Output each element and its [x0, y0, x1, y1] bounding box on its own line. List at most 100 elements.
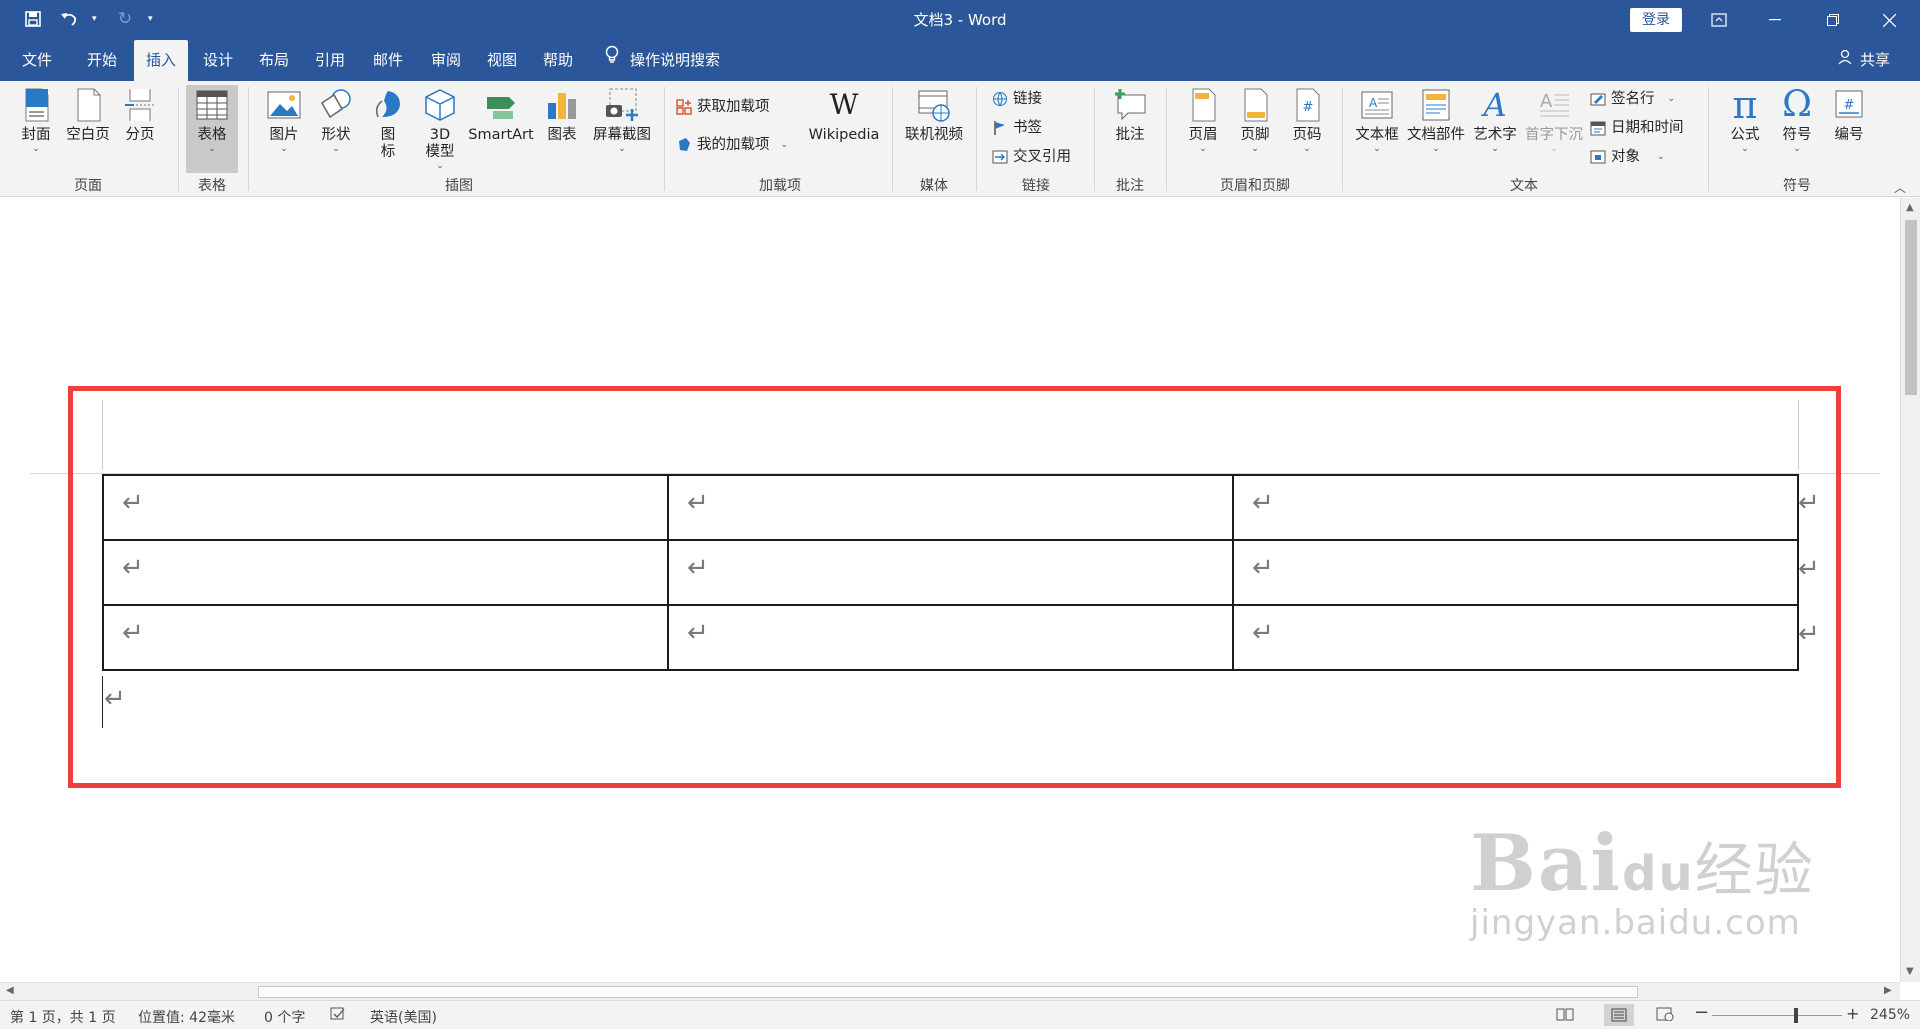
- quick-parts-button[interactable]: 文档部件 ⌄: [1406, 87, 1466, 155]
- text-box-button[interactable]: A 文本框 ⌄: [1352, 87, 1402, 155]
- footer-label: 页脚: [1240, 127, 1270, 143]
- footer-button[interactable]: 页脚 ⌄: [1232, 87, 1278, 155]
- vertical-scroll-thumb[interactable]: [1905, 220, 1917, 395]
- tab-view[interactable]: 视图: [474, 40, 530, 81]
- wordart-button[interactable]: A 艺术字 ⌄: [1470, 87, 1520, 155]
- chevron-down-icon: ⌄: [32, 144, 40, 154]
- tab-references[interactable]: 引用: [302, 40, 358, 81]
- object-icon: [1590, 149, 1606, 165]
- table-button[interactable]: 表格 ⌄: [186, 85, 238, 173]
- zoom-level[interactable]: 245%: [1870, 1007, 1910, 1023]
- scroll-right-icon[interactable]: ▶: [1884, 985, 1892, 996]
- pictures-label: 图片: [269, 127, 299, 143]
- status-bar: 第 1 页，共 1 页 位置值: 42毫米 0 个字 英语(美国) − + 24…: [0, 1000, 1920, 1029]
- lightbulb-icon: [604, 40, 620, 81]
- get-addins-button[interactable]: 获取加载项: [676, 95, 770, 119]
- page-break-icon: [122, 87, 158, 123]
- number-label: 编号: [1834, 127, 1864, 143]
- horizontal-scrollbar[interactable]: ◀ ▶: [0, 982, 1900, 1000]
- wikipedia-button[interactable]: W Wikipedia: [804, 87, 884, 144]
- 3d-models-button[interactable]: 3D 模型 ⌄: [418, 87, 462, 172]
- table-label: 表格: [197, 127, 227, 143]
- ribbon-display-options-icon[interactable]: [1696, 0, 1742, 40]
- undo-icon[interactable]: [56, 6, 82, 32]
- pictures-button[interactable]: 图片 ⌄: [262, 87, 306, 155]
- number-button[interactable]: # 编号: [1826, 87, 1872, 144]
- tab-insert[interactable]: 插入: [134, 40, 188, 81]
- online-video-icon: [916, 87, 952, 123]
- smartart-icon: [483, 87, 519, 123]
- zoom-slider[interactable]: [1712, 1015, 1842, 1016]
- my-addins-button[interactable]: 我的加载项 ⌄: [676, 133, 788, 157]
- language[interactable]: 英语(美国): [370, 1007, 437, 1027]
- horizontal-scroll-thumb[interactable]: [258, 986, 1638, 998]
- read-mode-icon[interactable]: [1556, 1007, 1574, 1025]
- smartart-button[interactable]: SmartArt: [466, 87, 536, 144]
- web-layout-icon[interactable]: [1656, 1007, 1674, 1025]
- title-bar: ▾ ↻ ▾ 文档3 - Word 登录: [0, 0, 1920, 40]
- quick-parts-icon: [1418, 87, 1454, 123]
- print-layout-icon[interactable]: [1604, 1004, 1634, 1026]
- tab-help[interactable]: 帮助: [530, 40, 586, 81]
- cross-reference-button[interactable]: 交叉引用: [992, 145, 1071, 169]
- screenshot-icon: [604, 87, 640, 123]
- tab-mailings[interactable]: 邮件: [360, 40, 416, 81]
- close-icon[interactable]: [1866, 0, 1912, 40]
- date-time-button[interactable]: 日期和时间: [1590, 116, 1684, 140]
- undo-dropdown-icon[interactable]: ▾: [92, 14, 102, 24]
- number-icon: #: [1831, 87, 1867, 123]
- 3d-models-label-line2: 模型: [425, 144, 455, 160]
- get-addins-label: 获取加载项: [697, 99, 770, 115]
- collapse-ribbon-icon[interactable]: ︿: [1894, 179, 1906, 196]
- customize-qat-icon[interactable]: ▾: [148, 14, 158, 24]
- page-break-button[interactable]: 分页: [118, 87, 162, 144]
- login-button[interactable]: 登录: [1630, 8, 1682, 32]
- word-count[interactable]: 0 个字: [264, 1007, 305, 1027]
- save-icon[interactable]: [20, 6, 46, 32]
- blank-page-button[interactable]: 空白页: [62, 87, 114, 144]
- shapes-label: 形状: [321, 127, 351, 143]
- shapes-button[interactable]: 形状 ⌄: [314, 87, 358, 155]
- signature-line-button[interactable]: 签名行 ⌄: [1590, 87, 1675, 111]
- tab-review[interactable]: 审阅: [418, 40, 474, 81]
- header-button[interactable]: 页眉 ⌄: [1180, 87, 1226, 155]
- object-button[interactable]: 对象 ⌄: [1590, 145, 1665, 169]
- chevron-down-icon: ⌄: [332, 144, 340, 154]
- tab-home[interactable]: 开始: [74, 40, 130, 81]
- symbol-button[interactable]: Ω 符号 ⌄: [1774, 87, 1820, 155]
- link-button[interactable]: 链接: [992, 87, 1042, 111]
- document-canvas[interactable]: ↵ ↵ ↵ ↵ ↵ ↵ ↵ ↵ ↵ ↵ ↵ ↵ ↵ Baidu经验 jingyan.baidu.…: [0, 198, 1900, 982]
- page-count[interactable]: 第 1 页，共 1 页: [10, 1007, 116, 1027]
- scroll-up-icon[interactable]: ▲: [1906, 202, 1914, 213]
- tab-file[interactable]: 文件: [8, 40, 66, 81]
- icons-button[interactable]: 图 标: [366, 87, 410, 161]
- link-icon: [992, 91, 1008, 107]
- drop-cap-label: 首字下沉: [1525, 127, 1583, 143]
- page-number-button[interactable]: # 页码 ⌄: [1284, 87, 1330, 155]
- equation-button[interactable]: π 公式 ⌄: [1722, 86, 1768, 155]
- tell-me-search[interactable]: 操作说明搜索: [604, 40, 720, 81]
- screenshot-button[interactable]: 屏幕截图 ⌄: [588, 87, 656, 155]
- tab-layout[interactable]: 布局: [246, 40, 302, 81]
- tab-design[interactable]: 设计: [190, 40, 246, 81]
- online-video-button[interactable]: 联机视频: [902, 87, 966, 144]
- cube-icon: [422, 87, 458, 123]
- vertical-scrollbar[interactable]: ▲ ▼: [1900, 198, 1920, 982]
- wordart-label: 艺术字: [1473, 127, 1517, 143]
- zoom-in-button[interactable]: +: [1846, 1004, 1859, 1023]
- scroll-down-icon[interactable]: ▼: [1906, 966, 1914, 977]
- chart-button[interactable]: 图表: [540, 87, 584, 144]
- cover-page-button[interactable]: 封面 ⌄: [14, 87, 58, 155]
- minimize-icon[interactable]: [1752, 0, 1798, 40]
- scroll-left-icon[interactable]: ◀: [6, 985, 14, 996]
- new-comment-button[interactable]: 批注: [1104, 87, 1156, 144]
- vertical-position[interactable]: 位置值: 42毫米: [138, 1007, 235, 1027]
- restore-icon[interactable]: [1810, 0, 1856, 40]
- proofing-icon[interactable]: [330, 1007, 346, 1025]
- 3d-models-label-line1: 3D: [429, 127, 451, 143]
- bookmark-button[interactable]: 书签: [992, 116, 1042, 140]
- group-label-pages: 页面: [74, 178, 102, 194]
- zoom-out-button[interactable]: −: [1694, 1002, 1709, 1023]
- share-button[interactable]: 共享: [1838, 40, 1890, 81]
- zoom-slider-thumb[interactable]: [1794, 1008, 1798, 1023]
